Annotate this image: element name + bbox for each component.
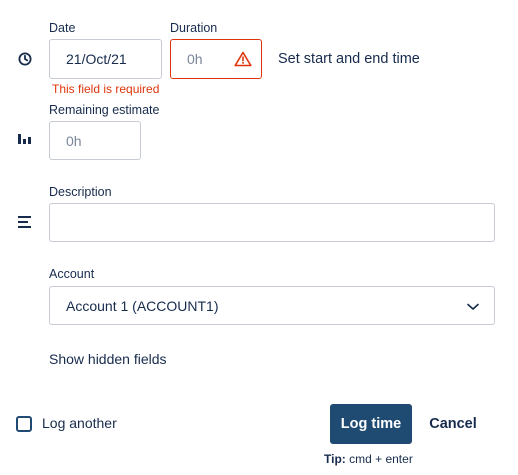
date-field[interactable]: 21/Oct/21 — [49, 39, 162, 79]
tip-text: Tip: cmd + enter — [324, 452, 413, 466]
warning-icon — [234, 51, 252, 67]
duration-error-text: This field is required — [52, 82, 160, 96]
account-selected-value: Account 1 (ACCOUNT1) — [66, 297, 219, 314]
clock-icon — [18, 52, 32, 66]
account-label: Account — [49, 267, 95, 281]
set-start-end-time-link[interactable]: Set start and end time — [278, 51, 420, 67]
align-left-icon — [18, 216, 31, 228]
remaining-estimate-placeholder: 0h — [66, 132, 82, 149]
remaining-estimate-label: Remaining estimate — [49, 103, 160, 117]
remaining-estimate-field[interactable]: 0h — [49, 121, 141, 160]
duration-label: Duration — [170, 21, 218, 35]
log-time-button[interactable]: Log time — [330, 404, 412, 444]
duration-field[interactable]: 0h — [170, 39, 262, 79]
date-value: 21/Oct/21 — [66, 51, 127, 67]
duration-placeholder: 0h — [187, 51, 203, 67]
cancel-button[interactable]: Cancel — [420, 404, 486, 444]
log-another-checkbox[interactable] — [16, 416, 32, 432]
bar-chart-icon — [18, 134, 31, 144]
tip-prefix: Tip: — [324, 452, 346, 466]
chevron-down-icon — [467, 303, 479, 310]
description-label: Description — [49, 185, 112, 199]
log-another-label[interactable]: Log another — [42, 415, 117, 431]
account-select[interactable]: Account 1 (ACCOUNT1) — [49, 286, 495, 325]
tip-shortcut: cmd + enter — [345, 452, 413, 466]
date-label: Date — [49, 21, 76, 35]
show-hidden-fields-link[interactable]: Show hidden fields — [49, 351, 167, 367]
description-field[interactable] — [49, 203, 495, 242]
